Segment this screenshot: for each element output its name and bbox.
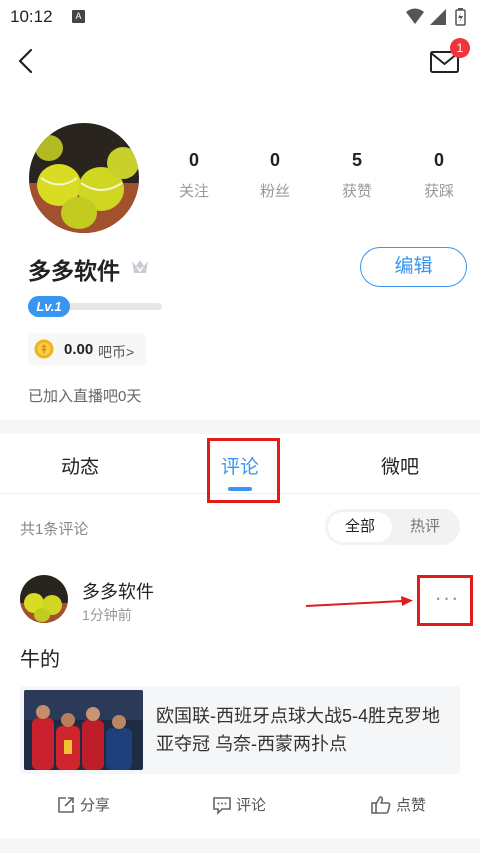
comment-label: 评论 [236, 797, 267, 814]
tennis-balls-image [29, 123, 139, 233]
status-time: 10:12 [10, 7, 53, 26]
wifi-icon [406, 8, 424, 24]
stat-following[interactable]: 0 关注 [154, 150, 234, 201]
notification-a-icon: A [72, 10, 85, 23]
annotation-arrow [305, 596, 413, 607]
stat-likes[interactable]: 5 获赞 [317, 150, 397, 201]
stat-value: 5 [351, 150, 362, 170]
comment-count: 共1条评论 [20, 521, 89, 538]
stat-label: 获赞 [341, 183, 372, 200]
stat-fans[interactable]: 0 粉丝 [235, 150, 315, 201]
highlight-box-more [417, 575, 473, 626]
like-label: 点赞 [396, 797, 427, 814]
stat-value: 0 [269, 150, 280, 170]
stat-value: 0 [433, 150, 444, 170]
comment-time: 1分钟前 [82, 607, 132, 623]
sort-all-button[interactable]: 全部 [328, 512, 392, 542]
comment-button[interactable]: 评论 [212, 794, 266, 820]
article-thumbnail [24, 690, 143, 770]
system-status-icons [406, 8, 466, 26]
vip-badge-icon [132, 260, 148, 273]
stat-dislikes[interactable]: 0 获踩 [399, 150, 479, 201]
coin-value: 0.00 [64, 341, 94, 358]
tab-microbar[interactable]: 微吧 [360, 452, 440, 479]
tennis-balls-thumb [20, 575, 68, 623]
bottom-divider [0, 838, 480, 853]
thumbs-up-icon [371, 795, 391, 814]
mail-badge: 1 [450, 38, 470, 58]
coin-icon [34, 339, 54, 359]
back-icon[interactable] [12, 46, 42, 76]
stat-label: 关注 [178, 183, 209, 200]
avatar[interactable] [29, 123, 139, 233]
comment-actions: 分享 评论 点赞 [0, 784, 480, 828]
stat-label: 粉丝 [259, 183, 290, 200]
section-divider [0, 420, 480, 434]
stat-value: 0 [188, 150, 199, 170]
coin-unit-link: 吧币> [98, 344, 135, 360]
edit-profile-button[interactable]: 编辑 [360, 247, 467, 287]
level-badge: Lv.1 [28, 296, 70, 317]
status-bar: 10:12 A [0, 0, 480, 34]
sort-hot-button[interactable]: 热评 [393, 512, 457, 542]
joined-days-text: 已加入直播吧0天 [28, 388, 142, 405]
signal-icon [430, 9, 446, 25]
comment-body: 牛的 [20, 649, 60, 671]
share-icon [58, 796, 74, 813]
comment-author[interactable]: 多多软件 [82, 578, 154, 604]
level-bar [58, 303, 162, 310]
football-celebration-image [24, 690, 143, 770]
share-button[interactable]: 分享 [56, 794, 110, 820]
top-bar: 1 [0, 34, 480, 90]
profile-stats: 0 关注 0 粉丝 5 获赞 0 获踩 [152, 150, 480, 206]
stat-label: 获踩 [423, 183, 454, 200]
highlight-box-comments-tab [207, 438, 280, 503]
share-label: 分享 [80, 797, 111, 814]
comment-icon [213, 796, 231, 815]
level-progress: Lv.1 [28, 296, 162, 318]
sort-toggle: 全部 热评 [325, 509, 460, 545]
tab-activity[interactable]: 动态 [40, 452, 120, 479]
article-title: 欧国联-西班牙点球大战5-4胜克罗地亚夺冠 乌奈-西蒙两扑点 [156, 706, 441, 754]
like-button[interactable]: 点赞 [370, 794, 426, 820]
linked-article-card[interactable]: 欧国联-西班牙点球大战5-4胜克罗地亚夺冠 乌奈-西蒙两扑点 [20, 686, 460, 774]
comment-avatar[interactable] [20, 575, 68, 623]
comments-header: 共1条评论 全部 热评 [0, 505, 480, 549]
username: 多多软件 [28, 258, 120, 284]
coin-balance[interactable]: 0.00 吧币> [28, 333, 146, 365]
